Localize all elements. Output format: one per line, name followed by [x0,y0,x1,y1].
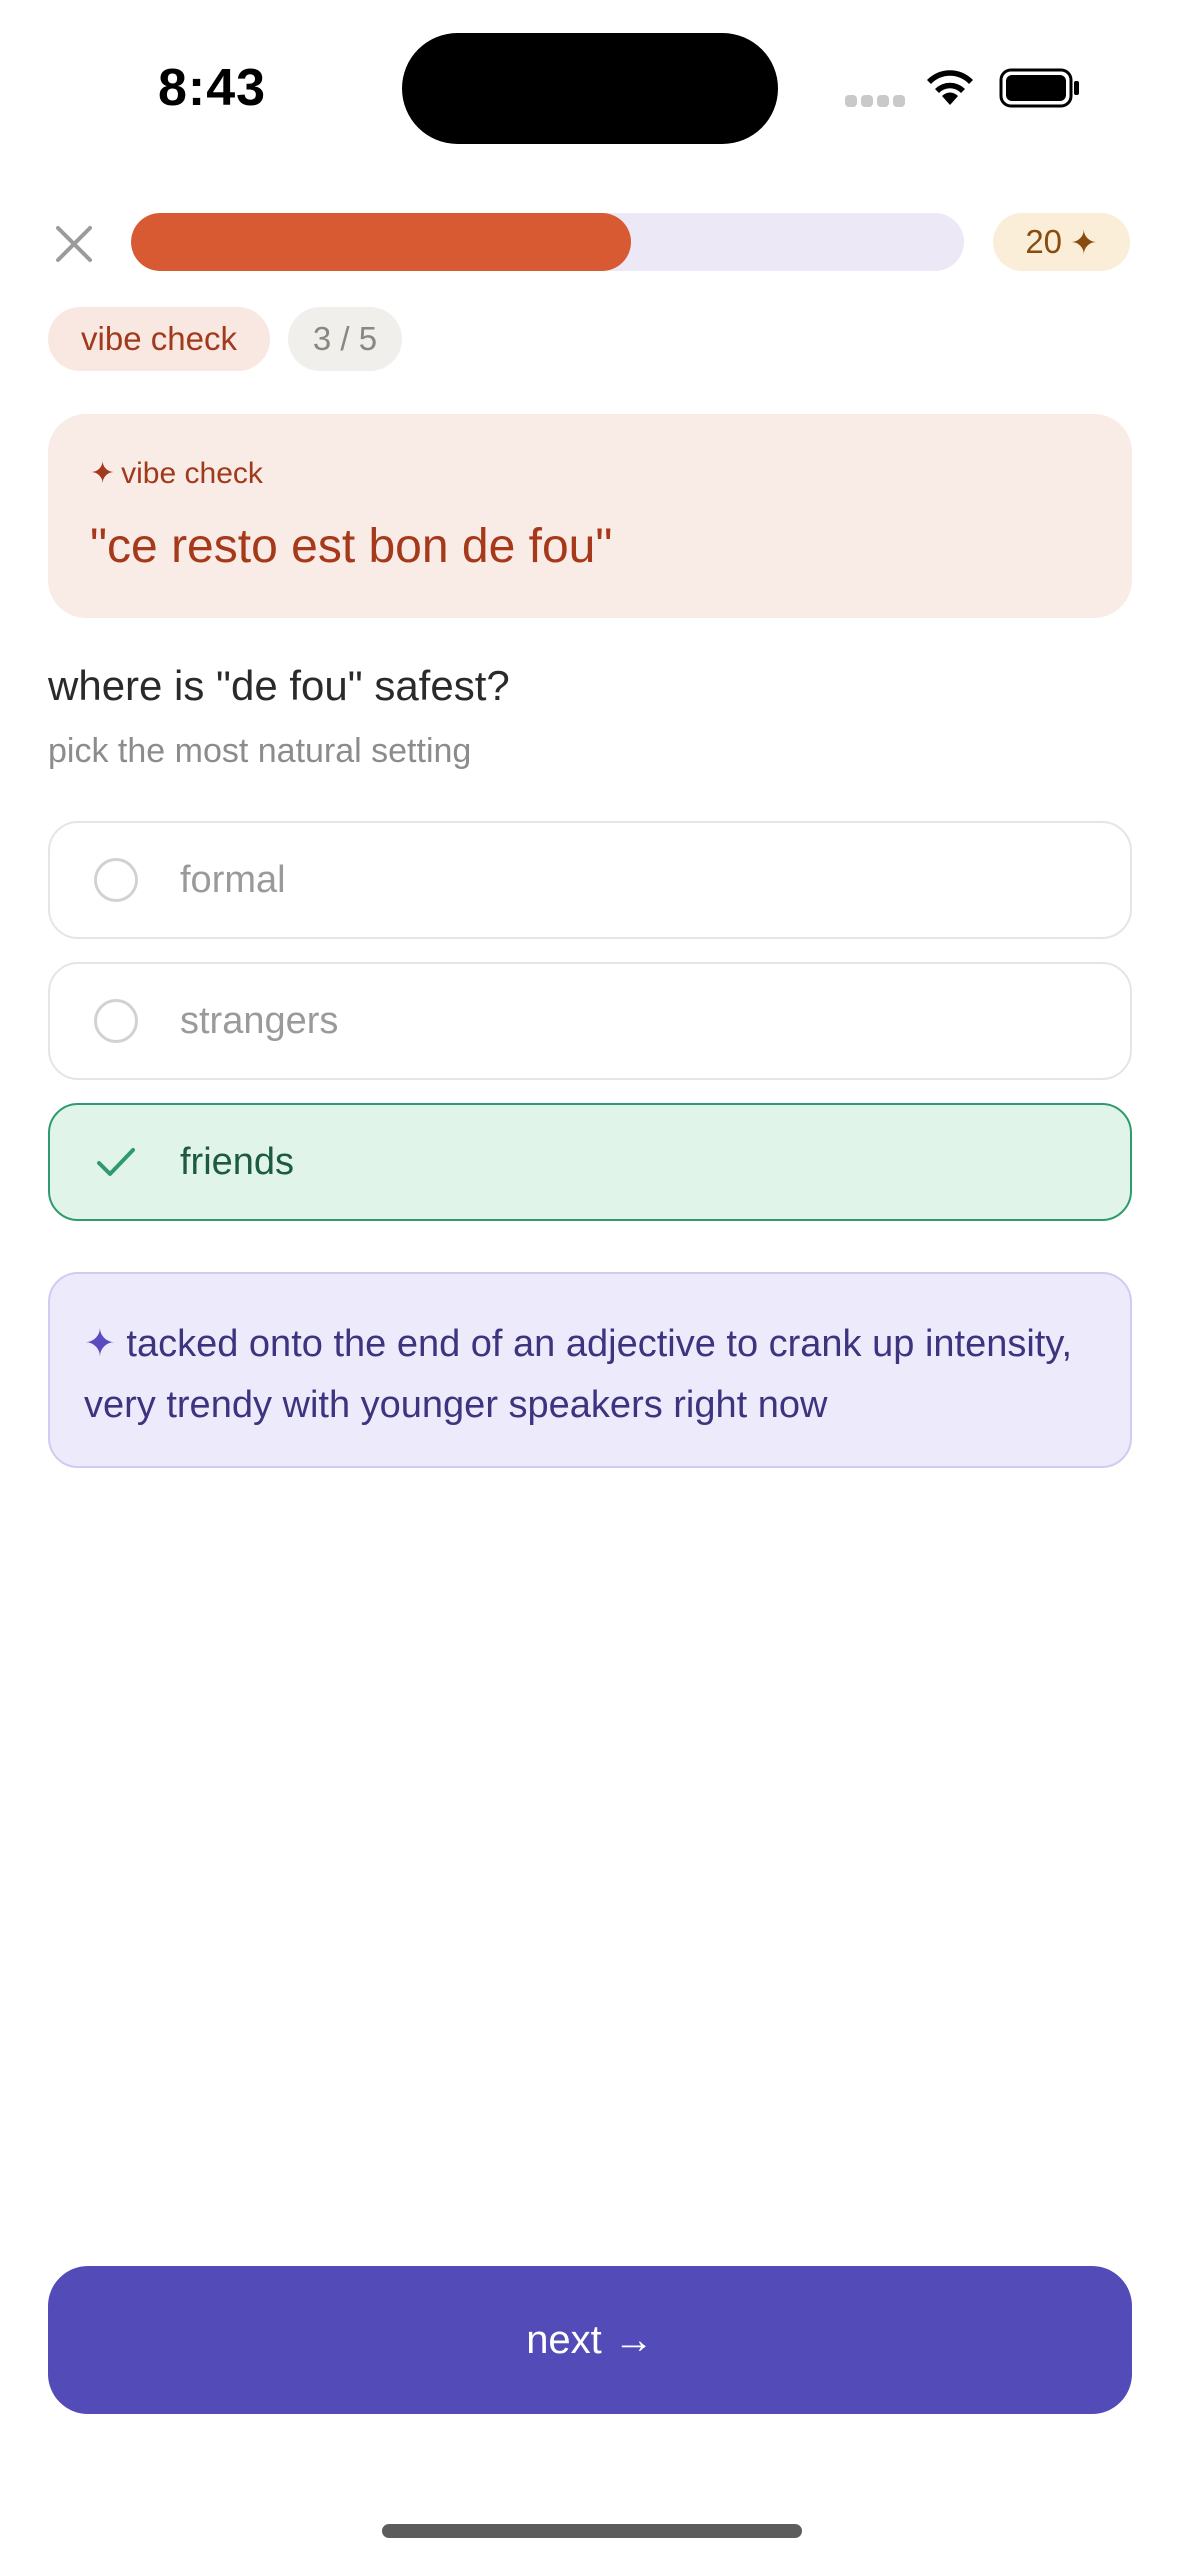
exercise-type-tag: vibe check [48,307,270,371]
option-label: friends [180,1140,295,1183]
lesson-screen: 8:43 20 ✦ vibe check 3 / 5 ✦ vibe check … [0,0,1179,2556]
explanation-text: tacked onto the end of an adjective to c… [84,1323,1073,1426]
exercise-counter-tag: 3 / 5 [288,307,402,371]
option-formal[interactable]: formal [48,821,1132,939]
wifi-icon [927,70,973,105]
sparkle-icon: ✦ [84,1323,116,1365]
points-badge: 20 ✦ [993,213,1130,271]
option-label: strangers [180,999,339,1042]
radio-icon [94,999,138,1043]
question-title: where is "de fou" safest? [48,662,510,709]
lesson-progress-bar [131,213,964,271]
next-button[interactable]: next → [48,2266,1132,2414]
lesson-progress-fill [131,213,631,271]
sparkle-icon: ✦ [1070,223,1098,261]
option-label: formal [180,858,286,901]
prompt-label: ✦ vibe check [90,456,1090,491]
battery-icon [999,68,1079,108]
arrow-right-icon: → [613,2317,654,2362]
status-time: 8:43 [158,59,267,117]
option-strangers[interactable]: strangers [48,962,1132,1080]
points-value: 20 [1025,223,1063,260]
explanation-card: ✦ tacked onto the end of an adjective to… [48,1272,1132,1468]
next-button-label: next [526,2317,602,2362]
home-indicator [382,2524,802,2538]
close-icon [56,226,92,262]
question-subtitle: pick the most natural setting [48,732,472,770]
prompt-label-text: vibe check [121,456,263,490]
dynamic-island [402,33,778,144]
prompt-quote: "ce resto est bon de fou" [90,520,613,573]
option-friends[interactable]: friends [48,1103,1132,1221]
prompt-card: ✦ vibe check "ce resto est bon de fou" [48,414,1132,618]
cellular-signal-icon [845,95,905,109]
close-button[interactable] [48,218,100,270]
sparkle-icon: ✦ [90,457,116,490]
radio-icon [94,858,138,902]
checkmark-icon [94,1140,138,1184]
